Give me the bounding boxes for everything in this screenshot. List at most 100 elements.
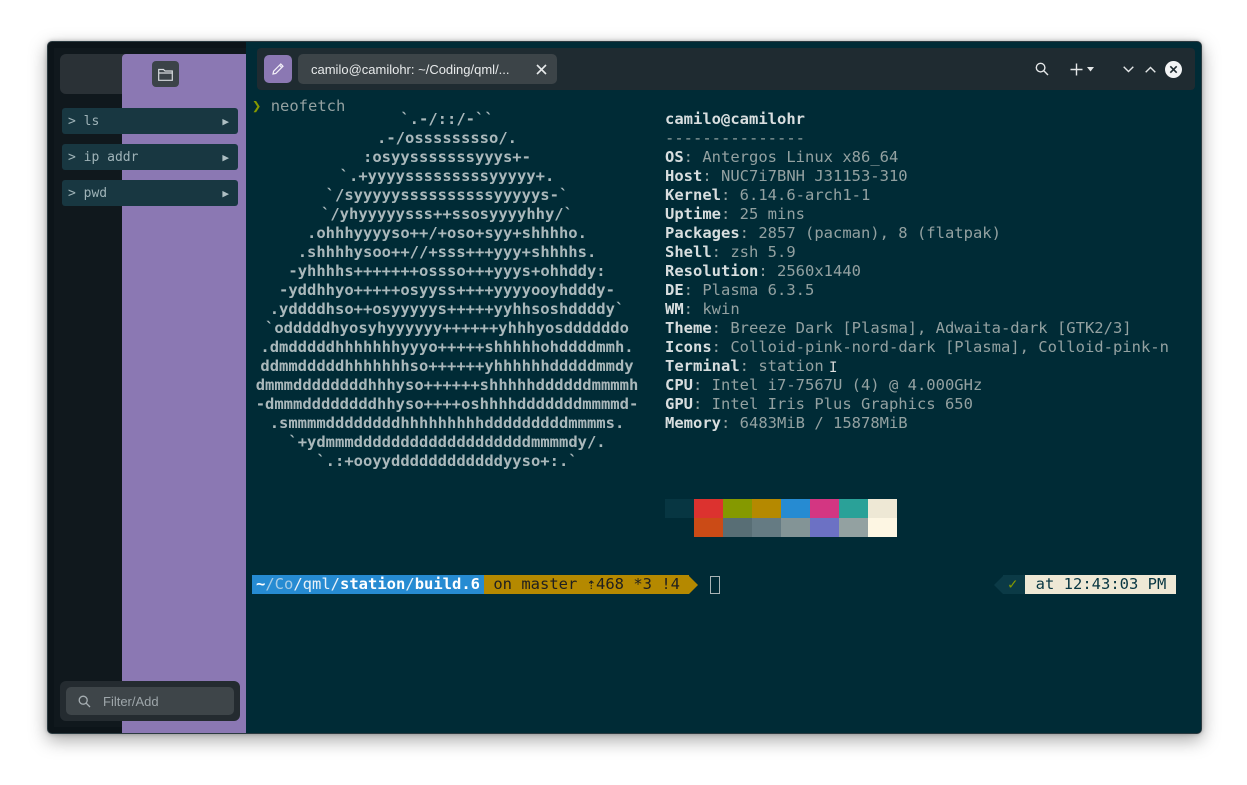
command-item-pwd[interactable]: > pwd ▶ [62,180,238,206]
info-colon: : [693,395,712,413]
path-slash: / [405,575,415,593]
play-icon[interactable]: ▶ [222,187,229,200]
info-value: 2857 (pacman), 8 (flatpak) [758,224,1001,242]
palette-swatch [752,518,781,537]
info-colon: : [758,262,777,280]
info-colon: : [711,243,731,261]
path-build: build.6 [414,575,481,593]
ascii-row: .shhhhysoo++//+sss+++yyy+shhhhs. [297,243,597,261]
info-value: NUC7i7BNH J31153-310 [721,167,908,185]
command-label: > ls [68,113,100,129]
palette-swatch [752,499,781,518]
info-key: Memory [665,414,721,432]
sidebar: > ls ▶ > ip addr ▶ > pwd ▶ Filter/Add [54,48,1077,733]
info-colon: : [721,186,740,204]
info-value: kwin [702,300,740,318]
info-colon: : [702,167,721,185]
info-key: Kernel [665,186,721,204]
info-colon: : [683,148,703,166]
info-key: WM [665,300,684,318]
palette-swatch [723,518,752,537]
palette-swatch [723,499,752,518]
close-icon[interactable] [536,63,547,75]
info-colon: : [721,205,740,223]
info-key: CPU [665,376,693,394]
prompt-arrow [689,575,699,594]
edit-button[interactable] [264,55,292,83]
minimize-button[interactable] [1121,59,1135,79]
terminal-pane[interactable]: camilo@camilohr: ~/Coding/qml/... ❯ neof… [246,42,1201,733]
info-key: OS [665,148,684,166]
palette-swatch [665,518,694,537]
info-colon: : [721,414,740,432]
chevron-down-icon [1122,65,1134,72]
command-label: > pwd [68,185,108,201]
info-key: Terminal [665,357,740,375]
info-key: GPU [665,395,693,413]
system-info: camilo@camilohr --------------- OS: Ante… [665,110,1169,433]
ascii-row: .dmdddddhhhhhhhyyyo+++++shhhhhohddddmmh. [260,338,634,356]
command-item-ip-addr[interactable]: > ip addr ▶ [62,144,238,170]
folder-icon [158,68,173,81]
prompt-git: on master ⇡468 *3 !4 [484,575,690,594]
plus-icon [1070,63,1083,75]
info-colon: : [693,376,712,394]
ascii-row: .ohhhyyyyso++/+oso+syy+shhhho. [307,224,587,242]
command-label: > ip addr [68,149,139,165]
search-button[interactable] [1033,59,1051,79]
color-palette [665,499,897,537]
ascii-row: `/yhyyyyysss++ssosyyyyhhy/` [321,205,573,223]
info-colon: : [711,319,731,337]
ascii-row: ddmmdddddhhhhhhhso++++++yhhhhhhdddddmmdy [260,357,634,375]
close-circle-icon [1164,60,1182,78]
play-icon[interactable]: ▶ [222,115,229,128]
ascii-row: .-/osssssssso/. [377,129,517,147]
info-row: Shell: zsh 5.9 [665,243,1169,262]
info-row: Icons: Colloid-pink-nord-dark [Plasma], … [665,338,1169,357]
pencil-icon [272,63,284,75]
path-co: /Co [265,575,294,593]
search-icon [1035,62,1049,76]
info-row: Packages: 2857 (pacman), 8 (flatpak) [665,224,1169,243]
info-row: WM: kwin [665,300,1169,319]
info-row: Resolution: 2560x1440 [665,262,1169,281]
palette-swatch [839,499,868,518]
info-row: Host: NUC7i7BNH J31153-310 [665,167,1169,186]
ascii-row: .smmmmddddddddhhhhhhhhhdddddddddmmmms. [269,414,625,432]
palette-swatch [694,499,723,518]
palette-swatch [868,499,897,518]
info-key: Theme [665,319,712,337]
info-row: GPU: Intel Iris Plus Graphics 650 [665,395,1169,414]
info-value: 6483MiB / 15878MiB [739,414,908,432]
ascii-row: `/syyyyyssssssssssyyyyys-` [325,186,569,204]
tab-camilo[interactable]: camilo@camilohr: ~/Coding/qml/... [298,54,557,84]
info-row: CPU: Intel i7-7567U (4) @ 4.000GHz [665,376,1169,395]
filter-input[interactable]: Filter/Add [66,687,234,715]
new-tab-button[interactable] [1067,59,1097,79]
play-icon[interactable]: ▶ [222,151,229,164]
prompt-time: at 12:43:03 PM [1025,575,1176,594]
close-window-button[interactable] [1163,59,1183,79]
search-icon [78,695,91,707]
info-key: Icons [665,338,712,356]
palette-swatch [665,499,694,518]
maximize-button[interactable] [1143,59,1157,79]
command-item-ls[interactable]: > ls ▶ [62,108,238,134]
info-colon: : [683,281,703,299]
info-value: Intel i7-7567U (4) @ 4.000GHz [711,376,983,394]
palette-swatch [810,499,839,518]
terminal-output[interactable]: ❯ neofetch `.-/::/-`` .-/osssssssso/.:osy… [246,96,1201,733]
mouse-text-cursor-icon: I [829,360,838,376]
command-list: > ls ▶ > ip addr ▶ > pwd ▶ [62,108,238,216]
info-value: Colloid-pink-nord-dark [Plasma], Colloid… [730,338,1169,356]
prompt-path: ~/Co/qml/station / build.6 [252,575,485,594]
ascii-row: dmmmddddddddhhhyso++++++shhhhhddddddmmmm… [255,376,639,394]
info-value: 25 mins [739,205,805,223]
palette-swatch [781,499,810,518]
files-mode-button[interactable] [152,61,179,87]
info-value: Antergos Linux x86_64 [702,148,899,166]
info-key: Uptime [665,205,721,223]
separator: --------------- [665,129,805,147]
path-qml: /qml/ [293,575,341,593]
info-value: zsh 5.9 [730,243,796,261]
